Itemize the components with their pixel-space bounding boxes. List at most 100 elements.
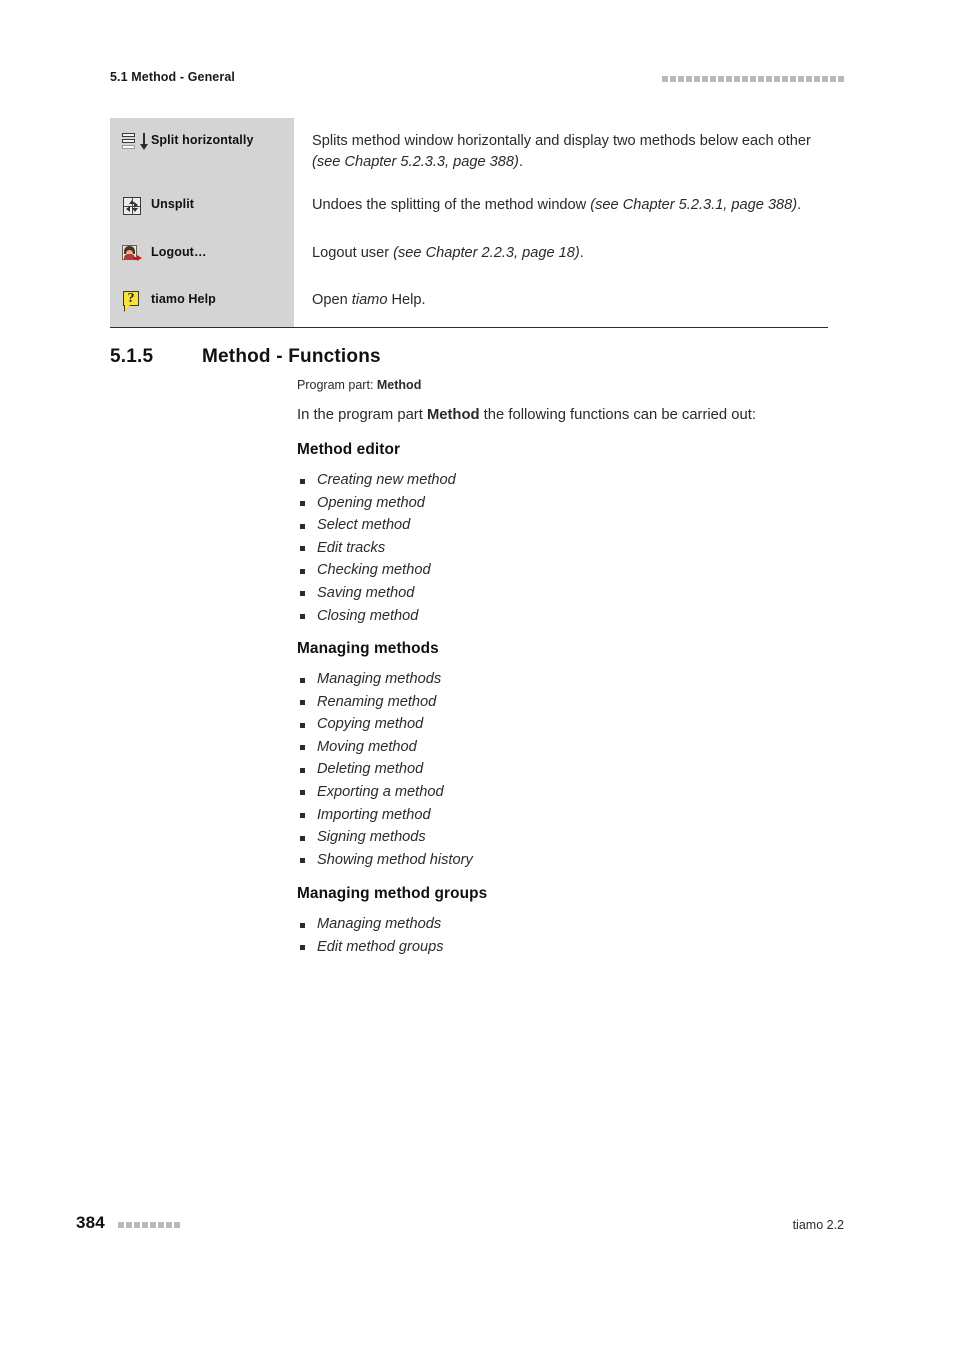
shortcut-icon-table: Split horizontally Splits method window … <box>110 118 828 328</box>
decoration-square <box>150 1222 156 1228</box>
decoration-square <box>118 1222 124 1228</box>
list-item: Creating new method <box>297 469 842 492</box>
list-item: Checking method <box>297 559 842 582</box>
content-block-method-editor: Method editor Creating new method Openin… <box>297 441 842 627</box>
header-decoration-squares <box>662 76 844 82</box>
decoration-square <box>142 1222 148 1228</box>
description-tail: . <box>579 245 584 261</box>
table-cell-icon-label: Logout… <box>110 232 294 279</box>
table-row: ? tiamo Help Open tiamo Help. <box>110 279 828 327</box>
table-cell-icon-label: Split horizontally <box>110 118 294 184</box>
list-item: Saving method <box>297 582 842 605</box>
description-reference: (see Chapter 5.2.3.3, page 388) <box>312 154 519 170</box>
description-lead: Logout user <box>312 245 394 261</box>
decoration-square <box>718 76 724 82</box>
page-number: 384 <box>76 1213 105 1232</box>
intro-lead: In the program part <box>297 407 427 423</box>
decoration-square <box>798 76 804 82</box>
description-tail: . <box>797 197 802 213</box>
bullet-list: Managing methods Edit method groups <box>297 913 842 958</box>
decoration-square <box>742 76 748 82</box>
block-title: Method editor <box>297 441 401 458</box>
decoration-square <box>814 76 820 82</box>
program-part-label: Program part: <box>297 378 377 392</box>
table-row: Split horizontally Splits method window … <box>110 118 828 184</box>
decoration-square <box>158 1222 164 1228</box>
list-item: Deleting method <box>297 758 842 781</box>
list-item: Showing method history <box>297 849 842 872</box>
intro-tail: the following functions can be carried o… <box>479 407 756 423</box>
decoration-square <box>166 1222 172 1228</box>
table-cell-icon-label: Unsplit <box>110 184 294 232</box>
block-title: Managing method groups <box>297 885 488 902</box>
description-reference: (see Chapter 2.2.3, page 18) <box>393 245 580 261</box>
program-part-value: Method <box>376 378 422 392</box>
footer-product-version: tiamo 2.2 <box>792 1218 844 1232</box>
intro-paragraph: In the program part Method the following… <box>297 405 842 426</box>
section-number: 5.1.5 <box>110 346 154 367</box>
description-reference: tiamo <box>351 292 388 308</box>
list-item: Managing methods <box>297 668 842 691</box>
block-title: Managing methods <box>297 640 439 657</box>
decoration-square <box>726 76 732 82</box>
list-item: Edit tracks <box>297 537 842 560</box>
table-cell-icon-label: ? tiamo Help <box>110 279 294 327</box>
decoration-square <box>686 76 692 82</box>
decoration-square <box>750 76 756 82</box>
table-row: Logout… Logout user (see Chapter 2.2.3, … <box>110 232 828 279</box>
list-item: Opening method <box>297 492 842 515</box>
list-item: Importing method <box>297 804 842 827</box>
decoration-square <box>710 76 716 82</box>
list-item: Copying method <box>297 713 842 736</box>
decoration-square <box>670 76 676 82</box>
running-head: 5.1 Method - General <box>110 70 844 90</box>
description-tail: Help. <box>387 292 426 308</box>
decoration-square <box>830 76 836 82</box>
bullet-list: Creating new method Opening method Selec… <box>297 469 842 627</box>
list-item: Renaming method <box>297 691 842 714</box>
decoration-square <box>774 76 780 82</box>
icon-label: tiamo Help <box>151 292 216 306</box>
description-lead: Undoes the splitting of the method windo… <box>312 197 591 213</box>
intro-emphasis: Method <box>426 407 480 423</box>
table-cell-description: Splits method window horizontally and di… <box>294 118 828 184</box>
section-heading: 5.1.5 Method - Functions <box>110 346 830 368</box>
table-cell-description: Logout user (see Chapter 2.2.3, page 18)… <box>294 232 828 279</box>
running-head-title: 5.1 Method - General <box>110 70 235 84</box>
decoration-square <box>758 76 764 82</box>
footer-decoration-squares <box>118 1222 180 1228</box>
section-title: Method - Functions <box>202 346 381 367</box>
page-footer: 384 tiamo 2.2 <box>76 1213 844 1235</box>
table-cell-description: Undoes the splitting of the method windo… <box>294 184 828 232</box>
decoration-square <box>174 1222 180 1228</box>
decoration-square <box>126 1222 132 1228</box>
icon-label: Logout… <box>151 245 207 259</box>
list-item: Managing methods <box>297 913 842 936</box>
table-cell-description: Open tiamo Help. <box>294 279 828 327</box>
list-item: Exporting a method <box>297 781 842 804</box>
description-lead: Splits method window horizontally and di… <box>312 133 811 149</box>
decoration-square <box>782 76 788 82</box>
decoration-square <box>806 76 812 82</box>
tiamo-help-icon: ? <box>122 291 142 311</box>
decoration-square <box>734 76 740 82</box>
decoration-square <box>790 76 796 82</box>
bullet-list: Managing methods Renaming method Copying… <box>297 668 842 871</box>
decoration-square <box>822 76 828 82</box>
list-item: Signing methods <box>297 826 842 849</box>
decoration-square <box>694 76 700 82</box>
description-reference: (see Chapter 5.2.3.1, page 388) <box>590 197 798 213</box>
decoration-square <box>662 76 668 82</box>
decoration-square <box>838 76 844 82</box>
unsplit-icon <box>122 196 142 216</box>
list-item: Select method <box>297 514 842 537</box>
content-block-managing-method-groups: Managing method groups Managing methods … <box>297 885 842 958</box>
description-lead: Open <box>312 292 352 308</box>
content-block-managing-methods: Managing methods Managing methods Renami… <box>297 640 842 871</box>
list-item: Moving method <box>297 736 842 759</box>
description-tail: . <box>518 154 523 170</box>
decoration-square <box>134 1222 140 1228</box>
list-item: Edit method groups <box>297 936 842 959</box>
split-horizontally-icon <box>122 132 148 152</box>
table-row: Unsplit Undoes the splitting of the meth… <box>110 184 828 232</box>
